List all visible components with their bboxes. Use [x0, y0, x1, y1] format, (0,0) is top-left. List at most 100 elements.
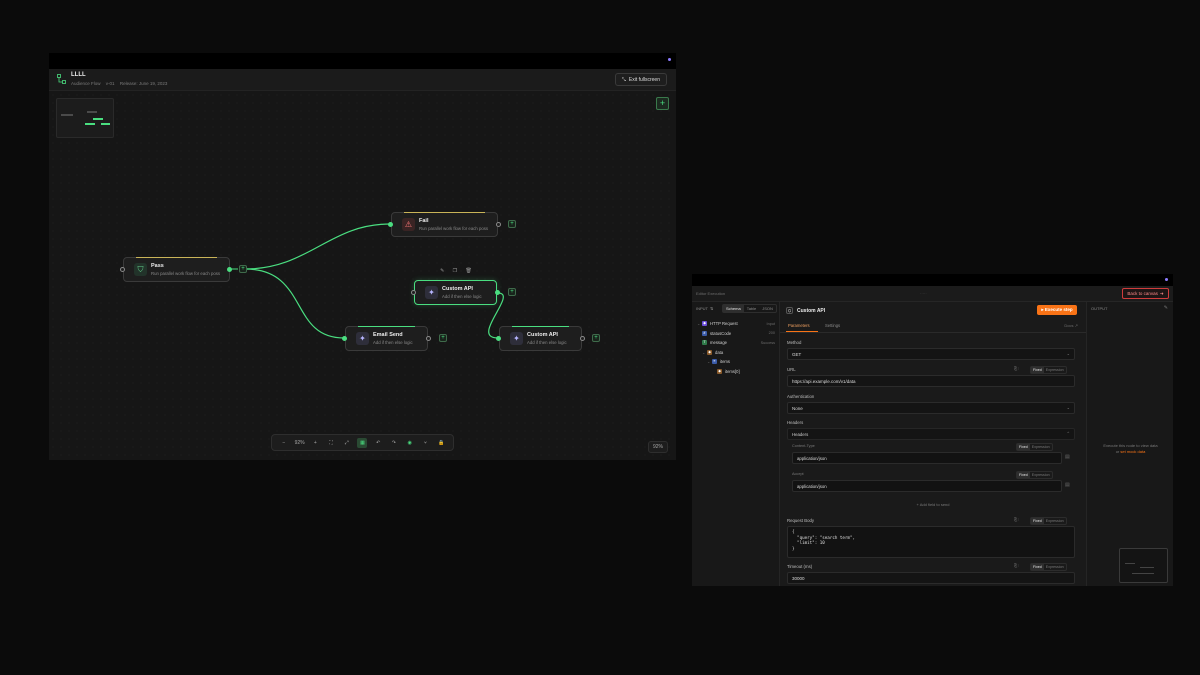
- tab-json[interactable]: JSON: [759, 305, 776, 312]
- duplicate-icon[interactable]: ❐: [453, 268, 457, 274]
- tree-key: items: [720, 359, 731, 365]
- input-port[interactable]: [496, 336, 501, 341]
- fixed-option[interactable]: Fixed: [1017, 444, 1030, 450]
- input-pane: INPUT ⇅ Schema Table JSON ⌄ ◆ HTTP Reques…: [692, 302, 780, 586]
- add-field-button[interactable]: + Add field to send: [780, 502, 1086, 507]
- tab-settings[interactable]: Settings: [825, 323, 840, 328]
- node-title: Email Send: [373, 332, 403, 338]
- run-icon[interactable]: ◉: [405, 440, 415, 446]
- pencil-icon[interactable]: ✎: [1164, 305, 1168, 311]
- tree-key: data: [715, 349, 724, 355]
- add-after-button[interactable]: +: [239, 265, 247, 273]
- delete-header-icon[interactable]: ▤: [1065, 482, 1070, 488]
- node-title: Custom API: [442, 286, 473, 292]
- edit-icon[interactable]: ✎: [440, 268, 444, 274]
- node-header: ⌬ Custom API: [786, 307, 825, 314]
- tree-row[interactable]: T message Success: [697, 338, 777, 348]
- expression-option[interactable]: Expression: [1044, 518, 1066, 524]
- zoom-in-button[interactable]: +: [310, 440, 320, 446]
- authentication-value: None: [792, 406, 803, 411]
- output-port[interactable]: [495, 290, 500, 295]
- expression-option[interactable]: Expression: [1030, 444, 1052, 450]
- expression-option[interactable]: Expression: [1044, 367, 1066, 373]
- expression-option[interactable]: Expression: [1030, 472, 1052, 478]
- redo-icon[interactable]: ↷: [389, 440, 399, 446]
- output-minimap[interactable]: [1119, 548, 1168, 583]
- fixed-option[interactable]: Fixed: [1031, 518, 1044, 524]
- url-input[interactable]: https://api.example.com/v1/data: [787, 375, 1075, 387]
- tab-schema[interactable]: Schema: [723, 305, 744, 312]
- input-port[interactable]: [411, 290, 416, 295]
- method-select[interactable]: GET ⌄: [787, 348, 1075, 360]
- copy-icon[interactable]: ⎘ ⋮: [1014, 517, 1019, 522]
- timeout-label: Timeout (ms): [787, 564, 813, 569]
- grid-icon[interactable]: ▦: [357, 437, 368, 448]
- star-icon: ✦: [510, 332, 523, 345]
- expand-icon[interactable]: ⤢: [342, 440, 352, 446]
- branch-icon[interactable]: ⑂: [420, 440, 430, 446]
- node-email-send[interactable]: ✦ Email Send Add if then else logic: [345, 326, 428, 351]
- fixed-option[interactable]: Fixed: [1017, 472, 1030, 478]
- tab-table[interactable]: Table: [744, 305, 760, 312]
- tree-row[interactable]: ◆ items[0]: [697, 367, 777, 377]
- delete-header-icon[interactable]: ▤: [1065, 454, 1070, 460]
- input-port[interactable]: [388, 222, 393, 227]
- set-mock-data-link[interactable]: set mock data: [1120, 449, 1145, 454]
- url-mode-switch: Fixed Expression: [1030, 366, 1067, 374]
- parameters-pane: ⌬ Custom API ▸ Execute step Parameters S…: [780, 302, 1086, 586]
- lock-icon[interactable]: 🔒: [436, 440, 446, 446]
- expression-option[interactable]: Expression: [1044, 564, 1066, 570]
- undo-icon[interactable]: ↶: [373, 440, 383, 446]
- zoom-out-button[interactable]: −: [279, 440, 289, 446]
- fixed-option[interactable]: Fixed: [1031, 367, 1044, 373]
- docs-link[interactable]: Docs ↗: [1064, 323, 1078, 328]
- node-title: Fail: [419, 218, 429, 224]
- output-port[interactable]: [426, 336, 431, 341]
- add-after-button[interactable]: +: [439, 334, 447, 342]
- output-port[interactable]: [496, 222, 501, 227]
- tree-row[interactable]: ⌄ ≡ items: [697, 357, 777, 367]
- tree-value: Success: [760, 340, 775, 345]
- accept-input[interactable]: application/json: [792, 480, 1062, 492]
- workflow-window: LLLL Audience Flow v-01 Release: June 19…: [49, 53, 676, 460]
- editor-window: Editor Execution ····· Back to canvas ➜ …: [692, 274, 1173, 586]
- copy-icon[interactable]: ⎘ ⋮: [1014, 563, 1019, 568]
- request-body-editor[interactable]: { "query": "search term", "limit": 10 }: [787, 526, 1075, 558]
- node-custom-api-selected[interactable]: ✦ Custom API Add if then else logic: [414, 280, 497, 305]
- fit-view-icon[interactable]: ⛶: [326, 440, 336, 446]
- node-description: Add if then else logic: [442, 294, 482, 299]
- canvas-toolbar: − 92% + ⛶ ⤢ ▦ ↶ ↷ ◉ ⑂ 🔒: [271, 434, 454, 451]
- authentication-select[interactable]: None ⌄: [787, 402, 1075, 414]
- headers-group[interactable]: Headers ⌃: [787, 428, 1075, 440]
- execute-step-button[interactable]: ▸ Execute step: [1037, 305, 1077, 315]
- copy-icon[interactable]: ⎘ ⋮: [1014, 366, 1019, 371]
- delete-icon[interactable]: 🗑: [465, 268, 471, 274]
- input-port[interactable]: [342, 336, 347, 341]
- input-port[interactable]: [120, 267, 125, 272]
- content-type-input[interactable]: application/json: [792, 452, 1062, 464]
- node-custom-api[interactable]: ✦ Custom API Add if then else logic: [499, 326, 582, 351]
- add-after-button[interactable]: +: [508, 288, 516, 296]
- tab-parameters[interactable]: Parameters: [788, 323, 810, 328]
- chevron-up-icon: ⌃: [1066, 431, 1070, 436]
- tree-row[interactable]: ⌄ ◆ HTTP Request Input: [697, 319, 777, 329]
- timeout-input[interactable]: 30000: [787, 572, 1075, 584]
- tree-row[interactable]: ⌄ ◆ data: [697, 348, 777, 358]
- fixed-option[interactable]: Fixed: [1031, 564, 1044, 570]
- output-empty-message: Execute this node to view data or set mo…: [1091, 443, 1170, 455]
- authentication-label: Authentication: [787, 394, 815, 399]
- add-after-button[interactable]: +: [592, 334, 600, 342]
- node-pass[interactable]: ⛉ Pass Run parallel work flow for each p…: [123, 257, 230, 282]
- add-after-button[interactable]: +: [508, 220, 516, 228]
- output-port[interactable]: [227, 267, 232, 272]
- back-to-canvas-button[interactable]: Back to canvas ➜: [1122, 288, 1169, 299]
- headers-group-label: Headers: [792, 432, 809, 437]
- tree-row[interactable]: # statusCode 200: [697, 329, 777, 339]
- node-title: Custom API: [797, 307, 826, 314]
- chevron-down-icon: ⌄: [1066, 405, 1070, 410]
- node-fail[interactable]: ⚠ Fail Run parallel work flow for each p…: [391, 212, 498, 237]
- node-description: Add if then else logic: [527, 340, 567, 345]
- breadcrumb: Editor Execution: [696, 291, 726, 296]
- filter-icon[interactable]: ⇅: [710, 306, 713, 311]
- output-port[interactable]: [580, 336, 585, 341]
